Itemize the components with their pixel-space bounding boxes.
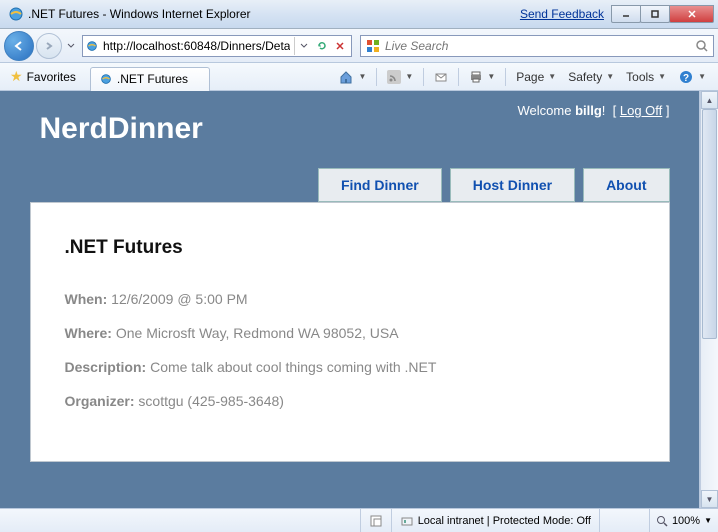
dinner-details: .NET Futures When: 12/6/2009 @ 5:00 PM W… bbox=[30, 202, 670, 462]
main-menu: Find Dinner Host Dinner About bbox=[20, 168, 680, 202]
navigation-bar bbox=[0, 29, 718, 63]
vertical-scrollbar[interactable]: ▲ ▼ bbox=[700, 91, 718, 508]
read-mail-button[interactable] bbox=[430, 66, 452, 88]
favorites-label: Favorites bbox=[27, 70, 76, 84]
welcome-user: billg bbox=[575, 103, 602, 118]
window-titlebar: .NET Futures - Windows Internet Explorer… bbox=[0, 0, 718, 29]
welcome-prefix: Welcome bbox=[518, 103, 576, 118]
welcome-suffix: ! bbox=[602, 103, 606, 118]
scroll-up-button[interactable]: ▲ bbox=[701, 91, 718, 109]
send-feedback-link[interactable]: Send Feedback bbox=[520, 7, 604, 21]
dinner-description: Description: Come talk about cool things… bbox=[65, 359, 635, 375]
desc-label: Description: bbox=[65, 359, 147, 375]
scroll-down-button[interactable]: ▼ bbox=[701, 490, 718, 508]
separator bbox=[376, 68, 377, 86]
print-button[interactable]: ▼ bbox=[465, 66, 499, 88]
browser-tab[interactable]: .NET Futures bbox=[90, 67, 210, 91]
zoom-value: 100% bbox=[672, 515, 700, 527]
ie-icon bbox=[8, 6, 24, 22]
org-value: scottgu (425-985-3648) bbox=[135, 393, 284, 409]
find-dinner-tab[interactable]: Find Dinner bbox=[318, 168, 442, 202]
status-zone[interactable]: Local intranet | Protected Mode: Off bbox=[391, 509, 599, 532]
nerddinner-page: Welcome billg! [ Log Off ] NerdDinner Fi… bbox=[0, 91, 699, 508]
safety-menu[interactable]: Safety ▼ bbox=[564, 66, 618, 88]
zoom-dropdown[interactable]: ▼ bbox=[704, 516, 712, 525]
separator bbox=[458, 68, 459, 86]
window-title: .NET Futures - Windows Internet Explorer bbox=[28, 7, 520, 21]
zoom-control[interactable]: 100% ▼ bbox=[649, 509, 718, 532]
when-label: When: bbox=[65, 291, 108, 307]
where-label: Where: bbox=[65, 325, 112, 341]
tab-title: .NET Futures bbox=[117, 72, 188, 86]
help-icon: ? bbox=[678, 69, 694, 85]
live-search-icon bbox=[365, 38, 381, 54]
help-button[interactable]: ? ▼ bbox=[674, 66, 710, 88]
dinner-title: .NET Futures bbox=[65, 237, 635, 259]
status-popup-blocker[interactable] bbox=[360, 509, 391, 532]
back-button[interactable] bbox=[4, 31, 34, 61]
about-tab[interactable]: About bbox=[583, 168, 669, 202]
safety-menu-label: Safety bbox=[568, 70, 602, 84]
desc-value: Come talk about cool things coming with … bbox=[146, 359, 436, 375]
zoom-icon bbox=[656, 515, 668, 527]
host-dinner-tab[interactable]: Host Dinner bbox=[450, 168, 575, 202]
scroll-thumb[interactable] bbox=[702, 109, 717, 339]
stop-button[interactable] bbox=[331, 37, 349, 55]
separator bbox=[423, 68, 424, 86]
content-viewport: Welcome billg! [ Log Off ] NerdDinner Fi… bbox=[0, 91, 700, 508]
tools-menu[interactable]: Tools ▼ bbox=[622, 66, 670, 88]
when-value: 12/6/2009 @ 5:00 PM bbox=[107, 291, 247, 307]
forward-button[interactable] bbox=[36, 33, 62, 59]
nav-history-dropdown[interactable] bbox=[64, 33, 78, 59]
page-icon bbox=[85, 39, 99, 53]
search-bar[interactable] bbox=[360, 35, 714, 57]
home-icon bbox=[338, 69, 354, 85]
rss-icon bbox=[387, 70, 401, 84]
dinner-organizer: Organizer: scottgu (425-985-3648) bbox=[65, 393, 635, 409]
search-input[interactable] bbox=[385, 39, 691, 53]
print-icon bbox=[469, 70, 483, 84]
feeds-button[interactable]: ▼ bbox=[383, 66, 417, 88]
popup-icon bbox=[369, 514, 383, 528]
status-progress bbox=[599, 509, 649, 532]
favorites-button[interactable]: ★ Favorites bbox=[4, 66, 82, 88]
page-menu[interactable]: Page ▼ bbox=[512, 66, 560, 88]
mail-icon bbox=[434, 70, 448, 84]
dinner-where: Where: One Microsft Way, Redmond WA 9805… bbox=[65, 325, 635, 341]
zone-icon bbox=[400, 514, 414, 528]
where-value: One Microsft Way, Redmond WA 98052, USA bbox=[112, 325, 399, 341]
home-button[interactable]: ▼ bbox=[334, 66, 370, 88]
svg-text:?: ? bbox=[683, 73, 689, 84]
command-bar: ★ Favorites .NET Futures ▼ ▼ ▼ Page ▼ bbox=[0, 63, 718, 91]
dinner-when: When: 12/6/2009 @ 5:00 PM bbox=[65, 291, 635, 307]
org-label: Organizer: bbox=[65, 393, 135, 409]
status-bar: Local intranet | Protected Mode: Off 100… bbox=[0, 508, 718, 532]
close-button[interactable] bbox=[669, 5, 714, 23]
zone-text: Local intranet | Protected Mode: Off bbox=[418, 515, 591, 527]
search-button[interactable] bbox=[695, 39, 709, 53]
address-bar[interactable] bbox=[82, 35, 352, 57]
star-icon: ★ bbox=[10, 68, 23, 85]
refresh-button[interactable] bbox=[313, 37, 331, 55]
tools-menu-label: Tools bbox=[626, 70, 654, 84]
tab-page-icon bbox=[99, 72, 113, 86]
url-dropdown[interactable] bbox=[295, 37, 313, 55]
page-menu-label: Page bbox=[516, 70, 544, 84]
maximize-button[interactable] bbox=[640, 5, 670, 23]
url-input[interactable] bbox=[103, 39, 290, 53]
separator bbox=[505, 68, 506, 86]
minimize-button[interactable] bbox=[611, 5, 641, 23]
logoff-link[interactable]: Log Off bbox=[620, 103, 662, 118]
